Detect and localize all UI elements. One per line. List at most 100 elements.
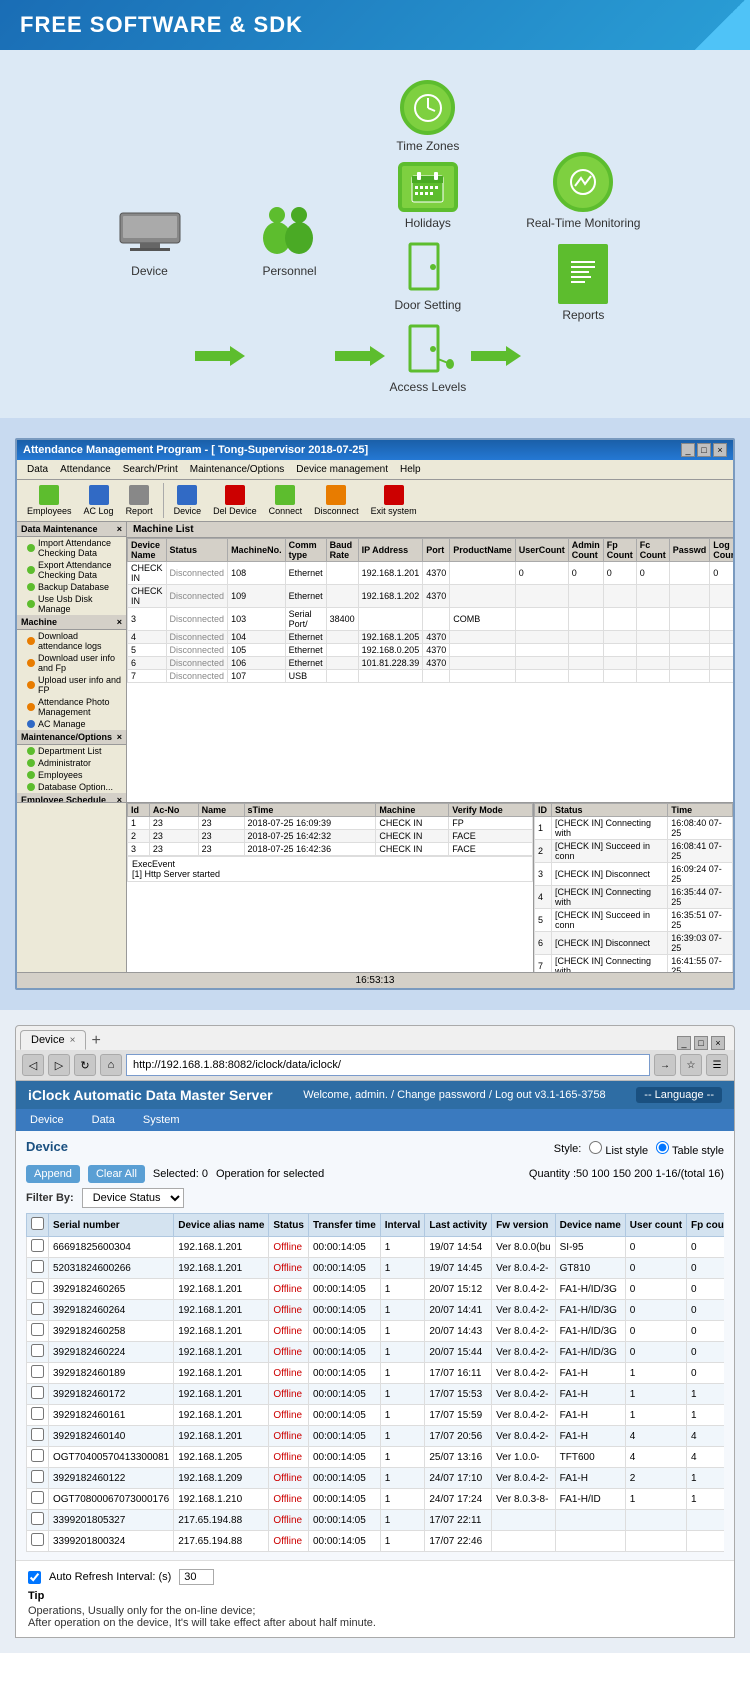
clear-all-btn[interactable]: Clear All bbox=[88, 1165, 145, 1183]
list-item[interactable]: 3399201805327217.65.194.88Offline00:00:1… bbox=[27, 1510, 725, 1531]
nav-data[interactable]: Data bbox=[78, 1109, 129, 1131]
refresh-btn[interactable]: ↻ bbox=[74, 1054, 96, 1076]
sidebar-dept[interactable]: Department List bbox=[17, 745, 126, 757]
list-item[interactable]: 3399201800324217.65.194.88Offline00:00:1… bbox=[27, 1531, 725, 1552]
aclog-tab[interactable]: AC Log bbox=[80, 483, 118, 518]
list-item[interactable]: 3929182460140192.168.1.201Offline00:00:1… bbox=[27, 1426, 725, 1447]
browser-minimize[interactable]: _ bbox=[677, 1036, 691, 1050]
sidebar-data-maintenance[interactable]: Data Maintenance× bbox=[17, 522, 126, 537]
table-row[interactable]: CHECK INDisconnected108Ethernet192.168.1… bbox=[128, 562, 734, 585]
minimize-btn[interactable]: _ bbox=[681, 443, 695, 457]
th-alias: Device alias name bbox=[174, 1214, 269, 1237]
iclock-lang[interactable]: -- Language -- bbox=[636, 1087, 722, 1103]
sidebar-admin[interactable]: Administrator bbox=[17, 757, 126, 769]
table-row[interactable]: 5Disconnected105Ethernet192.168.0.205437… bbox=[128, 644, 734, 657]
nav-system[interactable]: System bbox=[129, 1109, 194, 1131]
list-item: 1[CHECK IN] Connecting with16:08:40 07-2… bbox=[535, 817, 733, 840]
star-btn[interactable]: ☆ bbox=[680, 1054, 702, 1076]
menu-btn[interactable]: ☰ bbox=[706, 1054, 728, 1076]
sidebar-photo[interactable]: Attendance Photo Management bbox=[17, 696, 126, 718]
list-item[interactable]: 3929182460161192.168.1.201Offline00:00:1… bbox=[27, 1405, 725, 1426]
filter-select[interactable]: Device Status bbox=[82, 1188, 184, 1208]
back-btn[interactable]: ◁ bbox=[22, 1054, 44, 1076]
sidebar-machine[interactable]: Machine× bbox=[17, 615, 126, 630]
list-item[interactable]: 3929182460264192.168.1.201Offline00:00:1… bbox=[27, 1300, 725, 1321]
table-style-option[interactable]: Table style bbox=[656, 1141, 724, 1157]
employees-tab[interactable]: Employees bbox=[23, 483, 76, 518]
select-all-checkbox[interactable] bbox=[31, 1217, 44, 1230]
refresh-interval-input[interactable] bbox=[179, 1569, 214, 1585]
door-label: Door Setting bbox=[395, 298, 462, 312]
list-item[interactable]: OGT70400570413300081192.168.1.205Offline… bbox=[27, 1447, 725, 1468]
list-item[interactable]: 3929182460189192.168.1.201Offline00:00:1… bbox=[27, 1363, 725, 1384]
list-style-option[interactable]: List style bbox=[589, 1141, 648, 1157]
menu-searchprint[interactable]: Search/Print bbox=[117, 462, 184, 477]
connect-btn[interactable]: Connect bbox=[265, 483, 307, 518]
nav-device[interactable]: Device bbox=[16, 1109, 78, 1131]
auto-refresh-label: Auto Refresh Interval: (s) bbox=[49, 1571, 171, 1583]
close-btn[interactable]: × bbox=[713, 443, 727, 457]
maximize-btn[interactable]: □ bbox=[697, 443, 711, 457]
go-btn[interactable]: → bbox=[654, 1054, 676, 1076]
table-row[interactable]: 7Disconnected107USB3204 bbox=[128, 670, 734, 683]
address-bar[interactable] bbox=[126, 1054, 650, 1076]
table-row[interactable]: 123232018-07-25 16:09:39CHECK INFP bbox=[128, 817, 533, 830]
table-row[interactable]: 6Disconnected106Ethernet101.81.228.39437… bbox=[128, 657, 734, 670]
iclock-frame: iClock Automatic Data Master Server Welc… bbox=[16, 1081, 734, 1637]
sidebar-backup[interactable]: Backup Database bbox=[17, 581, 126, 593]
menu-help[interactable]: Help bbox=[394, 462, 427, 477]
del-device-btn[interactable]: Del Device bbox=[209, 483, 261, 518]
table-row[interactable]: CHECK INDisconnected109Ethernet192.168.1… bbox=[128, 585, 734, 608]
flow-door: Door Setting bbox=[395, 239, 462, 312]
forward-btn[interactable]: ▷ bbox=[48, 1054, 70, 1076]
sidebar-import[interactable]: Import Attendance Checking Data bbox=[17, 537, 126, 559]
sidebar-maintenance-opts[interactable]: Maintenance/Options× bbox=[17, 730, 126, 745]
browser-frame: Device × + _ □ × ◁ ▷ ↻ ⌂ → ☆ ☰ iClock Au… bbox=[15, 1025, 735, 1638]
list-item[interactable]: OGT70800067073000176192.168.1.210Offline… bbox=[27, 1489, 725, 1510]
th-ip: IP Address bbox=[358, 539, 423, 562]
exit-btn[interactable]: Exit system bbox=[367, 483, 421, 518]
timezones-label: Time Zones bbox=[396, 139, 459, 153]
sidebar-employees[interactable]: Employees bbox=[17, 769, 126, 781]
toolbar-tabs: Employees AC Log Report bbox=[23, 483, 164, 518]
home-btn[interactable]: ⌂ bbox=[100, 1054, 122, 1076]
list-item[interactable]: 66691825600304192.168.1.201Offline00:00:… bbox=[27, 1237, 725, 1258]
th-fc: Fc Count bbox=[636, 539, 669, 562]
auto-refresh-checkbox[interactable] bbox=[28, 1571, 41, 1584]
disconnect-btn[interactable]: Disconnect bbox=[310, 483, 363, 518]
new-tab-button[interactable]: + bbox=[86, 1032, 105, 1050]
list-item[interactable]: 3929182460172192.168.1.201Offline00:00:1… bbox=[27, 1384, 725, 1405]
list-item[interactable]: 3929182460258192.168.1.201Offline00:00:1… bbox=[27, 1321, 725, 1342]
sidebar-ac[interactable]: AC Manage bbox=[17, 718, 126, 730]
browser-maximize[interactable]: □ bbox=[694, 1036, 708, 1050]
th-device-name: Device Name bbox=[128, 539, 167, 562]
sidebar-download-logs[interactable]: Download attendance logs bbox=[17, 630, 126, 652]
tab-close-icon[interactable]: × bbox=[70, 1035, 76, 1046]
table-row[interactable]: 323232018-07-25 16:42:36CHECK INFACE bbox=[128, 843, 533, 856]
report-tab[interactable]: Report bbox=[122, 483, 157, 518]
table-row[interactable]: 4Disconnected104Ethernet192.168.1.205437… bbox=[128, 631, 734, 644]
table-row[interactable]: 3Disconnected103Serial Port/38400COMB bbox=[128, 608, 734, 631]
sidebar-db-options[interactable]: Database Option... bbox=[17, 781, 126, 793]
table-row[interactable]: 223232018-07-25 16:42:32CHECK INFACE bbox=[128, 830, 533, 843]
window-controls[interactable]: _ □ × bbox=[681, 443, 727, 457]
device-btn[interactable]: Device bbox=[170, 483, 206, 518]
sidebar-emp-schedule[interactable]: Employee Schedule× bbox=[17, 793, 126, 802]
list-item[interactable]: 3929182460122192.168.1.209Offline00:00:1… bbox=[27, 1468, 725, 1489]
browser-tab-device[interactable]: Device × bbox=[20, 1030, 86, 1050]
menu-device[interactable]: Device management bbox=[290, 462, 394, 477]
sidebar-download-user[interactable]: Download user info and Fp bbox=[17, 652, 126, 674]
list-item[interactable]: 3929182460265192.168.1.201Offline00:00:1… bbox=[27, 1279, 725, 1300]
menu-attendance[interactable]: Attendance bbox=[54, 462, 117, 477]
menu-maintenance[interactable]: Maintenance/Options bbox=[184, 462, 291, 477]
list-item[interactable]: 3929182460224192.168.1.201Offline00:00:1… bbox=[27, 1342, 725, 1363]
browser-close[interactable]: × bbox=[711, 1036, 725, 1050]
list-item[interactable]: 52031824600266192.168.1.201Offline00:00:… bbox=[27, 1258, 725, 1279]
sidebar-export[interactable]: Export Attendance Checking Data bbox=[17, 559, 126, 581]
operation-label: Operation for selected bbox=[216, 1168, 324, 1180]
sidebar-usb[interactable]: Use Usb Disk Manage bbox=[17, 593, 126, 615]
menu-data[interactable]: Data bbox=[21, 462, 54, 477]
sidebar-upload-user[interactable]: Upload user info and FP bbox=[17, 674, 126, 696]
iclock-nav: Device Data System bbox=[16, 1109, 734, 1131]
append-btn[interactable]: Append bbox=[26, 1165, 80, 1183]
